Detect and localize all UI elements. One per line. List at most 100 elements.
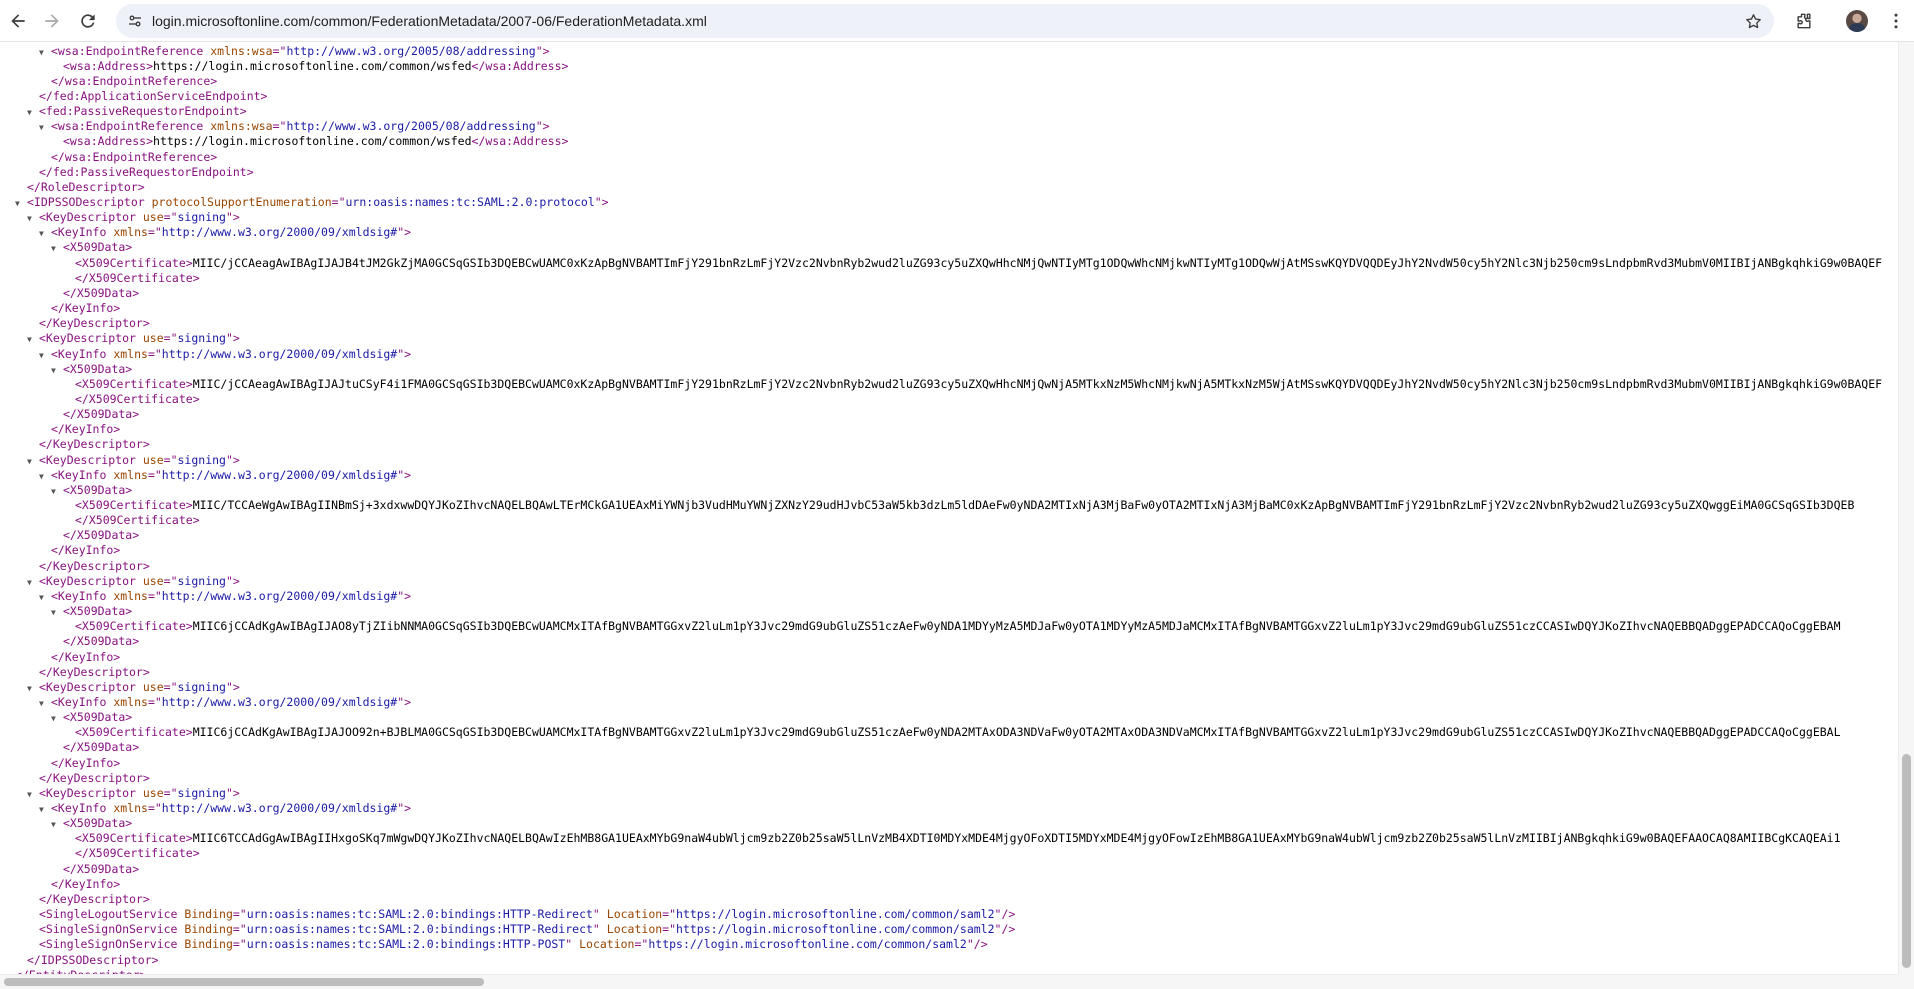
xml-attribute-value: urn:oasis:names:tc:SAML:2.0:bindings:HTT… [246,937,566,952]
vertical-scrollbar-thumb[interactable] [1902,754,1911,968]
xml-attribute-name: use [135,785,164,800]
xml-text: MIIC6jCCAdKgAwIBAgIJAJOO92n+BJBLMA0GCSqG… [192,725,1841,740]
collapse-triangle-icon[interactable]: ▼ [27,575,39,590]
xml-tag: <KeyInfo [51,346,107,361]
scrollbar-corner [1898,974,1914,989]
xml-line: </KeyDescriptor> [39,559,150,574]
collapse-triangle-icon[interactable]: ▼ [39,469,51,484]
reload-button[interactable] [72,5,104,37]
collapse-triangle-icon[interactable]: ▼ [27,332,39,347]
xml-line: <X509Certificate>MIIC6jCCAdKgAwIBAgIJAO8… [75,619,1841,634]
address-bar[interactable]: login.microsoftonline.com/common/Federat… [116,4,1774,38]
bookmark-button[interactable] [1740,8,1766,34]
xml-tag: =" [147,801,162,815]
xml-text: https://login.microsoftonline.com/common… [153,58,472,73]
xml-tag: <X509Certificate> [75,619,193,634]
xml-tag: </KeyDescriptor> [39,558,150,573]
collapse-triangle-icon[interactable]: ▼ [39,45,51,60]
xml-line: ▼ <KeyDescriptor use="signing"> [27,331,240,346]
horizontal-scrollbar[interactable] [0,974,1898,989]
xml-tag: </KeyInfo> [51,649,121,664]
xml-tag: <X509Data> [63,482,133,497]
xml-tag: <SingleSignOnService [39,937,178,952]
collapse-triangle-icon[interactable]: ▼ [39,348,51,363]
collapse-triangle-icon[interactable]: ▼ [39,120,51,135]
star-icon [1745,13,1761,28]
collapse-triangle-icon[interactable]: ▼ [39,226,51,241]
xml-tag: <fed:PassiveRequestorEndpoint> [39,104,247,119]
xml-line: </X509Certificate> [75,271,200,286]
xml-attribute-name: protocolSupportEnumeration [144,195,332,209]
menu-button[interactable] [1880,5,1912,37]
xml-line: </KeyInfo> [51,543,120,558]
xml-line: <X509Certificate>MIIC6jCCAdKgAwIBAgIJAJO… [75,725,1841,740]
forward-button[interactable] [36,5,68,37]
collapse-triangle-icon[interactable]: ▼ [39,590,51,605]
collapse-triangle-icon[interactable]: ▼ [39,802,51,817]
xml-tag: =" [147,467,162,482]
xml-attribute-value: https://login.microsoftonline.com/common… [676,922,995,937]
xml-text: MIIC/jCCAeagAwIBAgIJAJtuCSyF4i1FMA0GCSqG… [192,376,1883,391]
xml-attribute-name: Location [572,937,635,952]
horizontal-scrollbar-thumb[interactable] [4,978,484,986]
collapse-triangle-icon[interactable]: ▼ [27,105,39,120]
xml-line: <X509Certificate>MIIC6TCCAdGgAwIBAgIIHxg… [75,831,1841,846]
xml-line: ▼ <KeyInfo xmlns="http://www.w3.org/2000/… [39,801,411,816]
xml-line: ▼ <KeyDescriptor use="signing"> [27,453,240,468]
xml-attribute-value: http://www.w3.org/2000/09/xmldsig# [161,588,398,603]
collapse-triangle-icon[interactable]: ▼ [51,241,63,256]
vertical-scrollbar[interactable] [1898,42,1914,974]
xml-attribute-name: use [135,573,164,588]
xml-attribute-value: urn:oasis:names:tc:SAML:2.0:bindings:HTT… [246,922,593,937]
url-text[interactable]: login.microsoftonline.com/common/Federat… [152,4,707,38]
xml-tag: =" [147,225,162,240]
xml-line: ▼ <KeyDescriptor use="signing"> [27,680,240,695]
xml-line: </IDPSSODescriptor> [27,953,159,968]
xml-line: ▼ <IDPSSODescriptor protocolSupportEnumer… [15,195,609,210]
xml-attribute-value: http://www.w3.org/2000/09/xmldsig# [161,467,398,482]
xml-attribute-name: Binding [177,937,233,952]
xml-attribute-name: xmlns [106,346,148,361]
xml-text: MIIC/jCCAeagAwIBAgIJAJB4tJM2GkZjMA0GCSqG… [192,255,1883,270]
collapse-triangle-icon[interactable]: ▼ [51,817,63,832]
xml-tag: "/> [966,937,988,952]
xml-tag: </wsa:EndpointReference> [51,149,218,164]
xml-tag: "/> [994,922,1016,937]
collapse-triangle-icon[interactable]: ▼ [15,196,27,211]
xml-attribute-name: xmlns [106,225,148,240]
collapse-triangle-icon[interactable]: ▼ [27,454,39,469]
xml-line: </X509Data> [63,528,139,543]
puzzle-icon [1797,13,1811,29]
xml-attribute-value: http://www.w3.org/2005/08/addressing [286,119,536,134]
collapse-triangle-icon[interactable]: ▼ [51,363,63,378]
xml-tag: =" [232,907,247,922]
profile-avatar[interactable] [1846,10,1868,32]
xml-tag: "> [225,573,240,588]
xml-tag: =" [163,210,178,225]
xml-tag: <X509Data> [63,816,133,831]
xml-line: </KeyInfo> [51,422,120,437]
xml-tag: =" [272,119,287,134]
collapse-triangle-icon[interactable]: ▼ [27,787,39,802]
collapse-triangle-icon[interactable]: ▼ [51,711,63,726]
collapse-triangle-icon[interactable]: ▼ [51,484,63,499]
xml-tag: <X509Certificate> [75,725,193,740]
xml-tag: </X509Certificate> [75,846,200,861]
xml-line: </X509Data> [63,740,139,755]
xml-tag: "> [225,679,240,694]
extensions-button[interactable] [1788,5,1820,37]
collapse-triangle-icon[interactable]: ▼ [39,696,51,711]
browser-toolbar: login.microsoftonline.com/common/Federat… [0,0,1914,42]
xml-attribute-name: Location [599,922,663,937]
xml-attribute-name: Binding [177,907,233,922]
xml-tag: <X509Certificate> [75,831,193,846]
xml-attribute-value: http://www.w3.org/2005/08/addressing [286,43,536,58]
collapse-triangle-icon[interactable]: ▼ [27,681,39,696]
collapse-triangle-icon[interactable]: ▼ [27,211,39,226]
collapse-triangle-icon[interactable]: ▼ [51,605,63,620]
xml-tag: </KeyDescriptor> [39,770,150,785]
xml-attribute-value: signing [177,210,226,225]
site-info-button[interactable] [125,11,145,31]
xml-tag: =" [163,331,178,346]
back-button[interactable] [2,5,34,37]
